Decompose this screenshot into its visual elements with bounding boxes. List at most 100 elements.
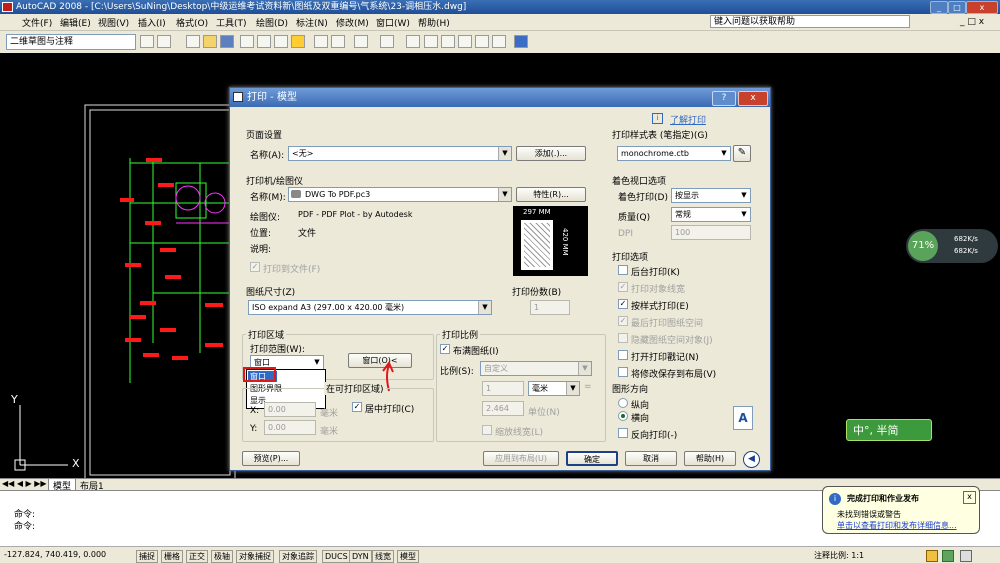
shaded-viewport-heading: 着色视口选项 bbox=[612, 177, 667, 187]
maximize-button[interactable]: □ bbox=[948, 1, 966, 14]
tray-settings-icon[interactable] bbox=[960, 550, 972, 562]
network-up-speed: 682K/s bbox=[954, 235, 978, 243]
annotation-scale[interactable]: 注释比例: 1:1 bbox=[814, 550, 864, 561]
minimize-button[interactable]: _ bbox=[930, 1, 948, 14]
menu-view[interactable]: 视图(V) bbox=[98, 16, 129, 29]
menu-insert[interactable]: 插入(I) bbox=[138, 16, 166, 29]
status-toggle[interactable]: 线宽 bbox=[372, 550, 394, 563]
collapse-options-button[interactable]: ◀ bbox=[743, 451, 760, 468]
menu-modify[interactable]: 修改(M) bbox=[336, 16, 369, 29]
learn-plot-link[interactable]: 了解打印 bbox=[670, 113, 706, 126]
dpi-input[interactable]: 100 bbox=[671, 225, 751, 240]
layer-icon-2[interactable] bbox=[157, 35, 171, 48]
status-toggle[interactable]: 栅格 bbox=[161, 550, 183, 563]
help-icon[interactable] bbox=[514, 35, 528, 48]
copy-icon[interactable] bbox=[331, 35, 345, 48]
status-toggle[interactable]: DYN bbox=[349, 550, 372, 563]
scale-value2-input[interactable]: 2.464 bbox=[482, 401, 524, 416]
status-toggle[interactable]: 对象捕捉 bbox=[236, 550, 274, 563]
menu-edit[interactable]: 编辑(E) bbox=[60, 16, 91, 29]
menu-draw[interactable]: 绘图(D) bbox=[256, 16, 288, 29]
open-icon[interactable] bbox=[203, 35, 217, 48]
properties-icon[interactable] bbox=[475, 35, 489, 48]
landscape-radio[interactable] bbox=[618, 411, 628, 421]
menu-tools[interactable]: 工具(T) bbox=[216, 16, 247, 29]
cancel-button[interactable]: 取消 bbox=[625, 451, 677, 466]
printer-heading: 打印机/绘图仪 bbox=[246, 177, 304, 187]
pencil-icon: ✎ bbox=[737, 147, 747, 158]
status-toggle[interactable]: 正交 bbox=[186, 550, 208, 563]
dialog-close-button[interactable]: x bbox=[738, 91, 768, 106]
status-toggle[interactable]: 捕捉 bbox=[136, 550, 158, 563]
portrait-radio[interactable] bbox=[618, 398, 628, 408]
scale-value1-input[interactable]: 1 bbox=[482, 381, 524, 396]
status-toggle[interactable]: 极轴 bbox=[211, 550, 233, 563]
calculator-icon[interactable] bbox=[492, 35, 506, 48]
fit-paper-checkbox[interactable]: ✓ bbox=[440, 344, 450, 354]
notification-details-link[interactable]: 单击以查看打印和发布详细信息... bbox=[837, 520, 957, 531]
dialog-help-button[interactable]: ? bbox=[712, 91, 736, 106]
ok-button[interactable]: 确定 bbox=[566, 451, 618, 466]
edit-style-table-button[interactable]: ✎ bbox=[733, 145, 751, 162]
doc-close-icon[interactable]: _ □ x bbox=[960, 17, 984, 27]
undo-icon[interactable] bbox=[354, 35, 368, 48]
upside-down-checkbox[interactable] bbox=[618, 428, 628, 438]
offset-x-input[interactable]: 0.00 bbox=[264, 402, 316, 417]
redo-icon[interactable] bbox=[380, 35, 394, 48]
zoom-window-icon[interactable] bbox=[441, 35, 455, 48]
plot-option-label: 后台打印(K) bbox=[631, 268, 680, 278]
ime-status-bar[interactable]: 中°, 半简 bbox=[846, 419, 932, 441]
menu-format[interactable]: 格式(O) bbox=[176, 16, 208, 29]
scale-unit1-select[interactable]: 毫米 ▼ bbox=[528, 381, 580, 396]
close-button[interactable]: x bbox=[966, 1, 998, 14]
chevron-down-icon: ▼ bbox=[311, 356, 323, 369]
layer-icon-1[interactable] bbox=[140, 35, 154, 48]
apply-to-layout-button[interactable]: 应用到布局(U) bbox=[483, 451, 559, 466]
plot-complete-notification[interactable]: i 完成打印和作业发布 x 未找到错误或警告 单击以查看打印和发布详细信息... bbox=[822, 486, 980, 534]
coordinates-readout[interactable]: -127.824, 740.419, 0.000 bbox=[4, 550, 106, 559]
plot-icon[interactable] bbox=[240, 35, 254, 48]
center-plot-checkbox[interactable]: ✓ bbox=[352, 402, 362, 412]
tray-plot-icon[interactable] bbox=[942, 550, 954, 562]
status-toggle[interactable]: 对象追踪 bbox=[279, 550, 317, 563]
status-toggle[interactable]: DUCS bbox=[322, 550, 351, 563]
3d-dwf-icon[interactable] bbox=[291, 35, 305, 48]
shade-plot-select[interactable]: 按显示 ▼ bbox=[671, 188, 751, 203]
menu-help[interactable]: 帮助(H) bbox=[418, 16, 450, 29]
printer-properties-button[interactable]: 特性(R)... bbox=[516, 187, 586, 202]
shade-plot-value: 按显示 bbox=[675, 191, 699, 200]
zoom-previous-icon[interactable] bbox=[458, 35, 472, 48]
plot-preview-icon[interactable] bbox=[257, 35, 271, 48]
copies-input[interactable]: 1 bbox=[530, 300, 570, 315]
page-setup-name-select[interactable]: <无> ▼ bbox=[288, 146, 512, 161]
plot-option-checkbox[interactable] bbox=[618, 350, 628, 360]
quality-select[interactable]: 常规 ▼ bbox=[671, 207, 751, 222]
paper-size-select[interactable]: ISO expand A3 (297.00 x 420.00 毫米) ▼ bbox=[248, 300, 492, 315]
page-setup-add-button[interactable]: 添加(.)... bbox=[516, 146, 586, 161]
zoom-realtime-icon[interactable] bbox=[424, 35, 438, 48]
save-icon[interactable] bbox=[220, 35, 234, 48]
offset-y-input[interactable]: 0.00 bbox=[264, 420, 316, 435]
publish-icon[interactable] bbox=[274, 35, 288, 48]
status-toggle[interactable]: 模型 bbox=[397, 550, 419, 563]
tab-nav-arrows[interactable]: ◀◀ ◀ ▶ ▶▶ bbox=[2, 479, 47, 488]
preview-button[interactable]: 预览(P)... bbox=[242, 451, 300, 466]
plot-option-checkbox[interactable] bbox=[618, 367, 628, 377]
menu-dimension[interactable]: 标注(N) bbox=[296, 16, 328, 29]
printer-name-select[interactable]: DWG To PDF.pc3 ▼ bbox=[288, 187, 512, 202]
style-table-select[interactable]: monochrome.ctb ▼ bbox=[617, 146, 731, 161]
plot-option-label: 按样式打印(E) bbox=[631, 302, 689, 312]
plot-option-checkbox[interactable]: ✓ bbox=[618, 299, 628, 309]
tray-lock-icon[interactable] bbox=[926, 550, 938, 562]
scale-select[interactable]: 自定义 ▼ bbox=[480, 361, 592, 376]
plot-option-checkbox[interactable] bbox=[618, 265, 628, 275]
notification-close-icon[interactable]: x bbox=[963, 491, 976, 504]
help-button[interactable]: 帮助(H) bbox=[684, 451, 736, 466]
cut-icon[interactable] bbox=[314, 35, 328, 48]
menu-file[interactable]: 文件(F) bbox=[22, 16, 52, 29]
help-search-input[interactable]: 键入问题以获取帮助 bbox=[710, 15, 910, 28]
pan-icon[interactable] bbox=[406, 35, 420, 48]
qnew-icon[interactable] bbox=[186, 35, 200, 48]
workspace-dropdown[interactable]: 二维草图与注释 bbox=[6, 34, 136, 50]
menu-window[interactable]: 窗口(W) bbox=[376, 16, 410, 29]
